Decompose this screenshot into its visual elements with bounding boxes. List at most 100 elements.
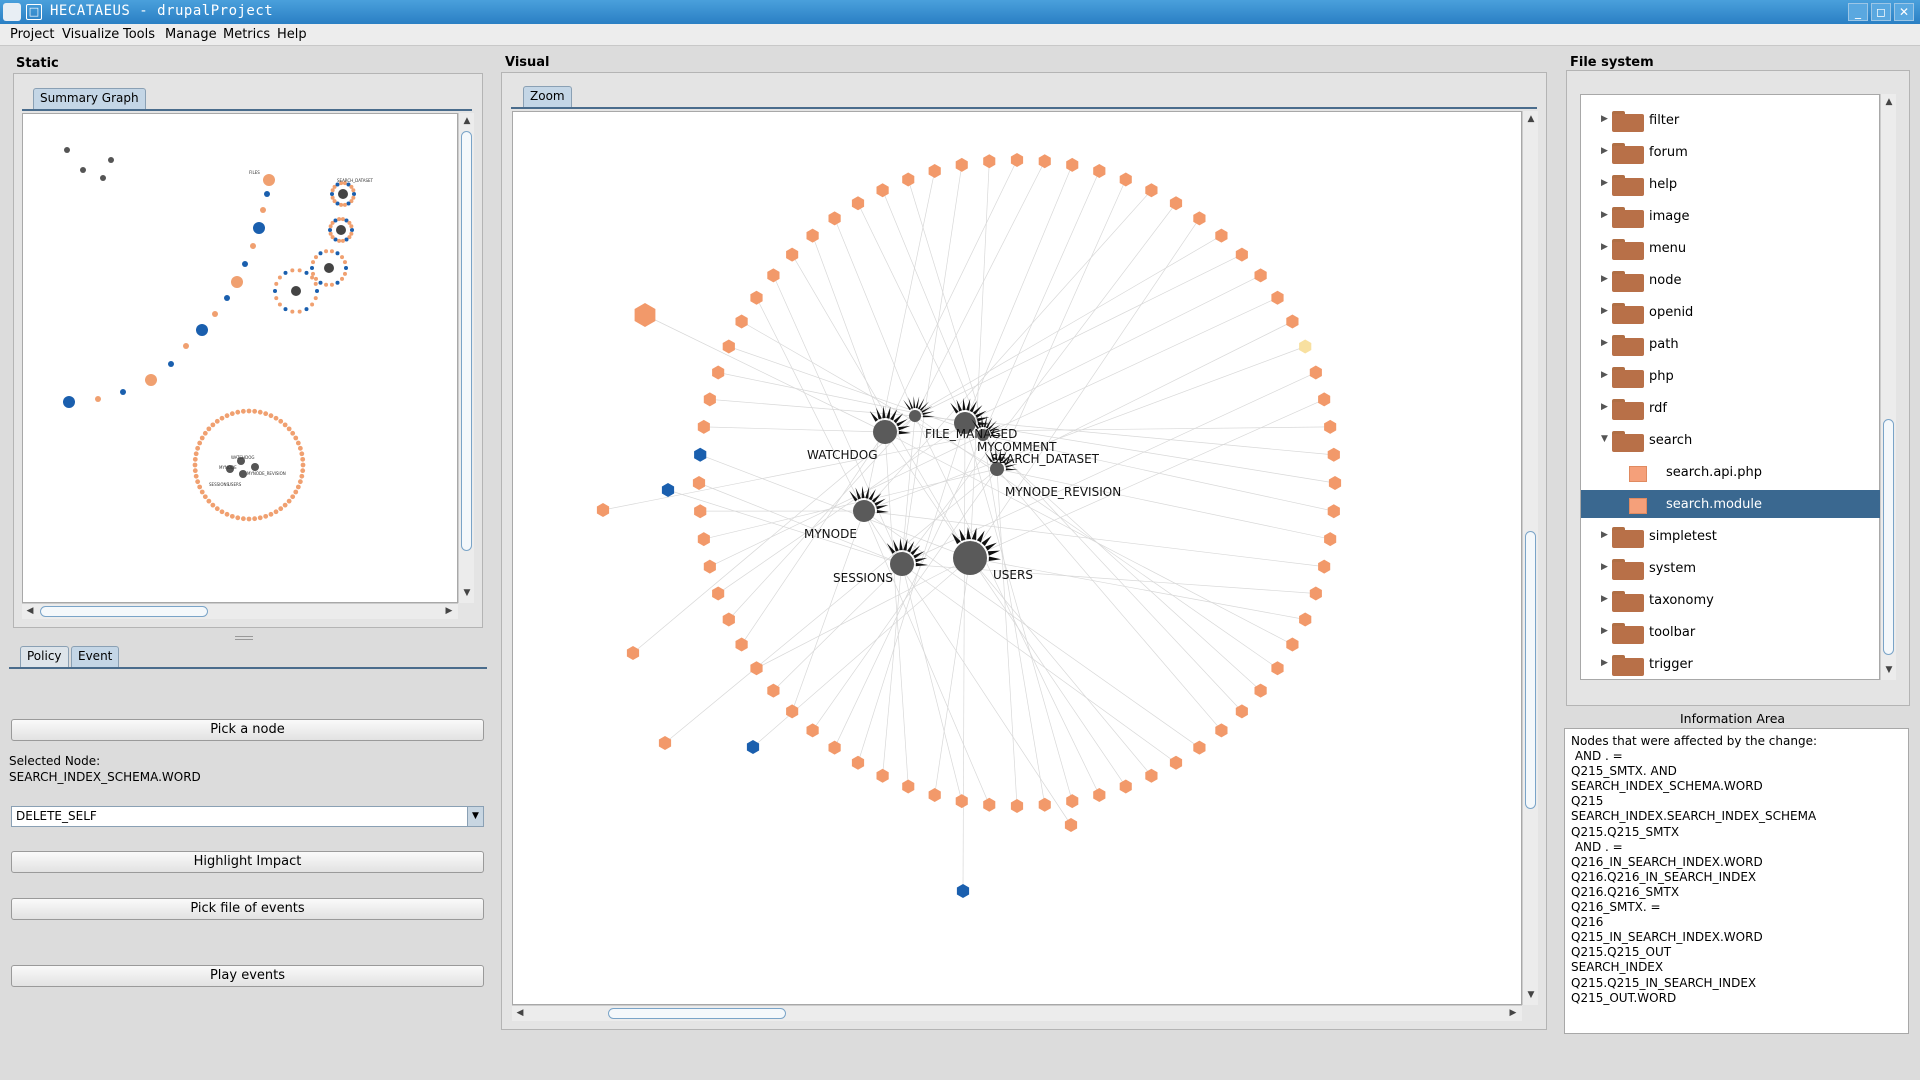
folder-icon <box>1612 239 1644 260</box>
tree-item-forum[interactable]: ▶ forum <box>1581 138 1881 166</box>
app-menu-icon[interactable] <box>3 3 21 21</box>
tree-item-openid[interactable]: ▶ openid <box>1581 298 1881 326</box>
tree-item-path[interactable]: ▶ path <box>1581 330 1881 358</box>
zoom-vscroll-thumb[interactable] <box>1525 531 1536 809</box>
scroll-up-icon[interactable]: ▲ <box>1525 113 1537 125</box>
ring-node <box>735 314 748 329</box>
summary-vscroll[interactable]: ▲ ▼ <box>458 113 474 603</box>
scroll-left-icon[interactable]: ◀ <box>24 605 36 617</box>
graph-edge <box>718 372 966 424</box>
tree-item-filter[interactable]: ▶ filter <box>1581 106 1881 134</box>
tree-item-rdf[interactable]: ▶ rdf <box>1581 394 1881 422</box>
expand-icon[interactable]: ▶ <box>1601 306 1608 316</box>
filetree-vscroll[interactable]: ▲ ▼ <box>1880 94 1896 680</box>
info-line: Q215.Q215_IN_SEARCH_INDEX <box>1571 975 1757 990</box>
expand-icon[interactable]: ▶ <box>1601 178 1608 188</box>
scroll-up-icon[interactable]: ▲ <box>461 115 473 127</box>
tree-item-help[interactable]: ▶ help <box>1581 170 1881 198</box>
info-line: Q215_IN_SEARCH_INDEX.WORD <box>1571 930 1763 945</box>
tree-item-search-module[interactable]: search.module <box>1581 490 1881 518</box>
ring-node <box>692 476 706 490</box>
tab-policy[interactable]: Policy <box>20 646 69 667</box>
tree-item-search-api-php[interactable]: search.api.php <box>1581 458 1881 486</box>
summary-vscroll-thumb[interactable] <box>461 131 472 551</box>
expand-icon[interactable]: ▶ <box>1601 242 1608 252</box>
graph-edge <box>964 422 1073 802</box>
expand-icon[interactable]: ▶ <box>1601 210 1608 220</box>
tab-summary-graph[interactable]: Summary Graph <box>33 88 146 109</box>
menu-help[interactable]: Help <box>277 27 307 42</box>
tree-item-php[interactable]: ▶ php <box>1581 362 1881 390</box>
mini-ring-node <box>229 513 235 519</box>
scroll-right-icon[interactable]: ▶ <box>443 605 455 617</box>
menu-tools[interactable]: Tools <box>123 27 155 42</box>
tab-zoom[interactable]: Zoom <box>523 86 572 107</box>
minimize-button[interactable]: _ <box>1848 3 1868 21</box>
expand-icon[interactable]: ▶ <box>1601 626 1608 636</box>
tab-event[interactable]: Event <box>71 646 120 667</box>
close-button[interactable]: ✕ <box>1894 3 1914 21</box>
menu-project[interactable]: Project <box>10 27 54 42</box>
pick-file-of-events-button[interactable]: Pick file of events <box>11 898 484 920</box>
tree-item-taxonomy[interactable]: ▶ taxonomy <box>1581 586 1881 614</box>
node-label-sessions: SESSIONS <box>833 571 893 585</box>
scroll-down-icon[interactable]: ▼ <box>1883 664 1895 676</box>
mini-ring-node <box>193 473 199 479</box>
mini-node <box>340 276 345 281</box>
expand-icon[interactable]: ▶ <box>1601 562 1608 572</box>
summary-hscroll-thumb[interactable] <box>40 606 208 617</box>
tree-item-image[interactable]: ▶ image <box>1581 202 1881 230</box>
play-events-button[interactable]: Play events <box>11 965 484 987</box>
expand-icon[interactable]: ▶ <box>1601 370 1608 380</box>
pick-node-button[interactable]: Pick a node <box>11 719 484 741</box>
expand-icon[interactable]: ▶ <box>1601 658 1608 668</box>
maximize-button[interactable]: ◻ <box>1871 3 1891 21</box>
tree-item-menu[interactable]: ▶ menu <box>1581 234 1881 262</box>
zoom-vscroll[interactable]: ▲ ▼ <box>1522 111 1538 1005</box>
panel-splitter[interactable] <box>235 636 253 640</box>
expand-icon[interactable]: ▶ <box>1601 146 1608 156</box>
expand-icon[interactable]: ▶ <box>1601 114 1608 124</box>
zoom-hscroll[interactable]: ◀ ▶ <box>512 1005 1522 1021</box>
mini-ring-node <box>246 516 252 522</box>
filetree-vscroll-thumb[interactable] <box>1883 419 1894 655</box>
ring-node <box>1093 164 1106 178</box>
menu-visualize[interactable]: Visualize <box>62 27 119 42</box>
tree-item-search[interactable]: ▼ search <box>1581 426 1881 454</box>
collapse-icon[interactable]: ▼ <box>1601 434 1608 444</box>
expand-icon[interactable]: ▶ <box>1601 338 1608 348</box>
scroll-left-icon[interactable]: ◀ <box>514 1007 526 1019</box>
chevron-down-icon[interactable]: ▼ <box>467 807 483 826</box>
menu-metrics[interactable]: Metrics <box>223 27 270 42</box>
summary-hscroll[interactable]: ◀ ▶ <box>22 603 458 619</box>
ring-node <box>703 559 716 574</box>
scroll-up-icon[interactable]: ▲ <box>1883 96 1895 108</box>
highlight-impact-button[interactable]: Highlight Impact <box>11 851 484 873</box>
tree-item-trigger[interactable]: ▶ trigger <box>1581 650 1881 678</box>
tree-item-node[interactable]: ▶ node <box>1581 266 1881 294</box>
event-type-select[interactable]: DELETE_SELF ▼ <box>11 806 484 827</box>
zoom-graph-canvas[interactable]: WATCHDOG FILE_MANAGED MYCOMMENT SEARCH_DATA… <box>512 111 1522 1005</box>
expand-icon[interactable]: ▶ <box>1601 274 1608 284</box>
mini-ring-node <box>199 435 205 441</box>
info-line: Q216_IN_SEARCH_INDEX.WORD <box>1571 854 1763 869</box>
arrowhead <box>915 396 920 409</box>
scroll-down-icon[interactable]: ▼ <box>461 587 473 599</box>
info-line: Q215_OUT.WORD <box>1571 990 1677 1005</box>
expand-icon[interactable]: ▶ <box>1601 402 1608 412</box>
summary-graph-canvas[interactable]: FILES SEARCH_DATASET USERS MYNODE SESSIONS WA… <box>22 113 458 603</box>
tree-item-toolbar[interactable]: ▶ toolbar <box>1581 618 1881 646</box>
tree-item-system[interactable]: ▶ system <box>1581 554 1881 582</box>
expand-icon[interactable]: ▶ <box>1601 594 1608 604</box>
scroll-right-icon[interactable]: ▶ <box>1507 1007 1519 1019</box>
tree-item-label: system <box>1649 561 1696 576</box>
expand-icon[interactable]: ▶ <box>1601 530 1608 540</box>
zoom-hscroll-thumb[interactable] <box>608 1008 786 1019</box>
file-icon <box>1629 466 1647 482</box>
pin-icon[interactable]: □ <box>26 4 42 20</box>
table-node <box>909 410 921 422</box>
menu-manage[interactable]: Manage <box>165 27 217 42</box>
arrowhead <box>956 399 963 412</box>
tree-item-simpletest[interactable]: ▶ simpletest <box>1581 522 1881 550</box>
scroll-down-icon[interactable]: ▼ <box>1525 989 1537 1001</box>
